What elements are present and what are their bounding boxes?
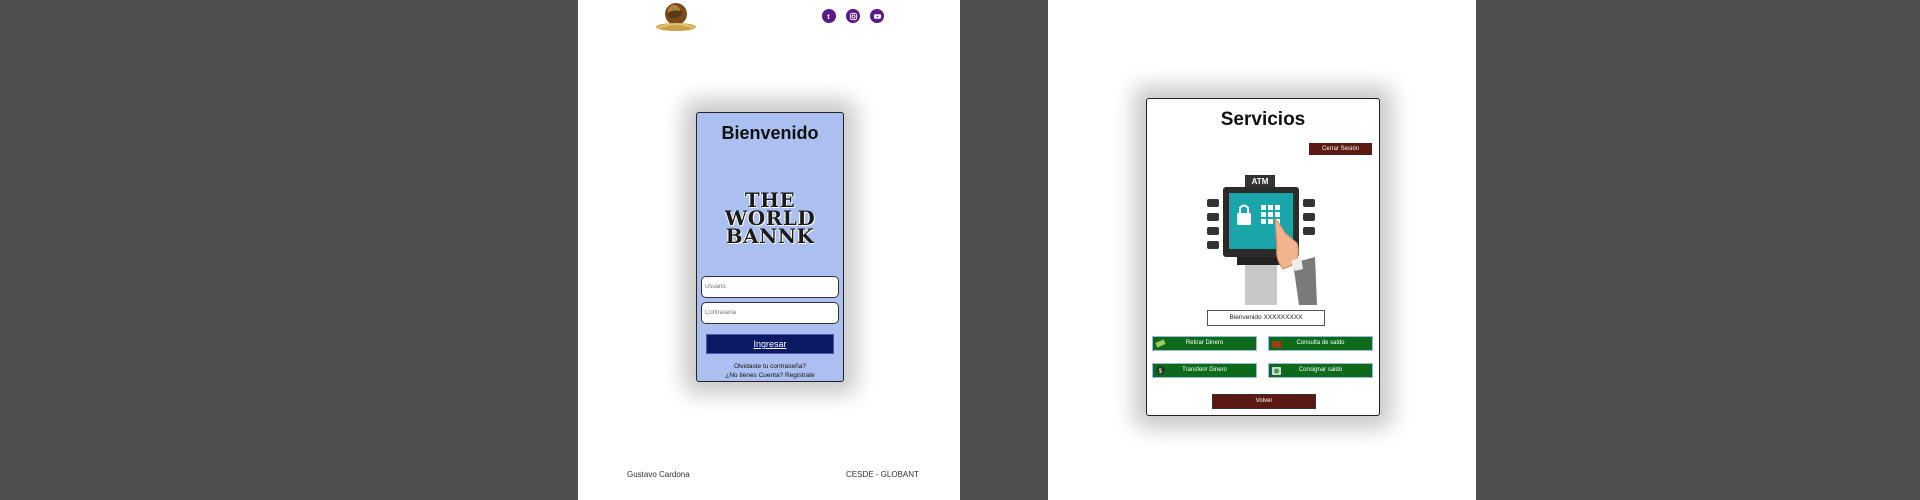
brand-logo: THE WORLD BANNK <box>701 188 839 248</box>
brand-line-2: BANNK <box>725 224 815 248</box>
svg-text:t: t <box>827 12 830 21</box>
atm-illustration-icon: ATM <box>1207 175 1317 305</box>
logout-button[interactable]: Cerrar Sesión <box>1309 143 1372 155</box>
check-balance-button[interactable]: Consulta de saldo <box>1268 336 1373 351</box>
money-icon <box>1155 339 1166 348</box>
wallet-icon <box>1272 341 1281 348</box>
username-input[interactable] <box>701 276 839 298</box>
globe-logo-icon <box>656 3 696 31</box>
password-input[interactable] <box>701 302 839 324</box>
instagram-icon[interactable] <box>846 9 860 23</box>
forgot-password-link[interactable]: Olvidaste tu contraseña? <box>697 363 843 370</box>
services-page: Servicios Cerrar Sesión ATM Bienvenido X… <box>1048 0 1476 500</box>
footer-author: Gustavo Cardona <box>627 470 690 479</box>
back-button[interactable]: Volver <box>1212 394 1316 409</box>
services-title: Servicios <box>1220 109 1306 130</box>
brand-line-1: THE WORLD <box>724 188 816 230</box>
services-card: Servicios Cerrar Sesión ATM Bienvenido X… <box>1146 98 1380 416</box>
login-title: Bienvenido <box>721 123 819 143</box>
balance-label: Consulta de saldo <box>1296 340 1345 346</box>
login-page: t Bienvenido THE WORLD BANNK Ingresar Ol… <box>578 0 960 500</box>
deposit-icon <box>1272 367 1281 375</box>
transfer-money-button[interactable]: $ Transferir Dinero <box>1152 363 1257 378</box>
login-button[interactable]: Ingresar <box>706 334 834 354</box>
atm-label: ATM <box>1252 177 1269 186</box>
withdraw-label: Retirar Dinero <box>1185 340 1224 346</box>
welcome-message: Bienvenido XXXXXXXXX <box>1207 310 1325 326</box>
deposit-label: Consignar saldo <box>1298 367 1343 373</box>
deposit-button[interactable]: Consignar saldo <box>1268 363 1373 378</box>
withdraw-money-button[interactable]: Retirar Dinero <box>1152 336 1257 351</box>
youtube-icon[interactable] <box>870 9 884 23</box>
transfer-label: Transferir Dinero <box>1182 367 1227 373</box>
footer-org: CESDE - GLOBANT <box>846 470 919 479</box>
transfer-icon: $ <box>1156 366 1165 375</box>
login-card: Bienvenido THE WORLD BANNK Ingresar Olvi… <box>696 112 844 382</box>
tumblr-icon[interactable]: t <box>822 9 836 23</box>
register-link[interactable]: ¿No tienes Cuenta? Registrate <box>697 372 843 379</box>
